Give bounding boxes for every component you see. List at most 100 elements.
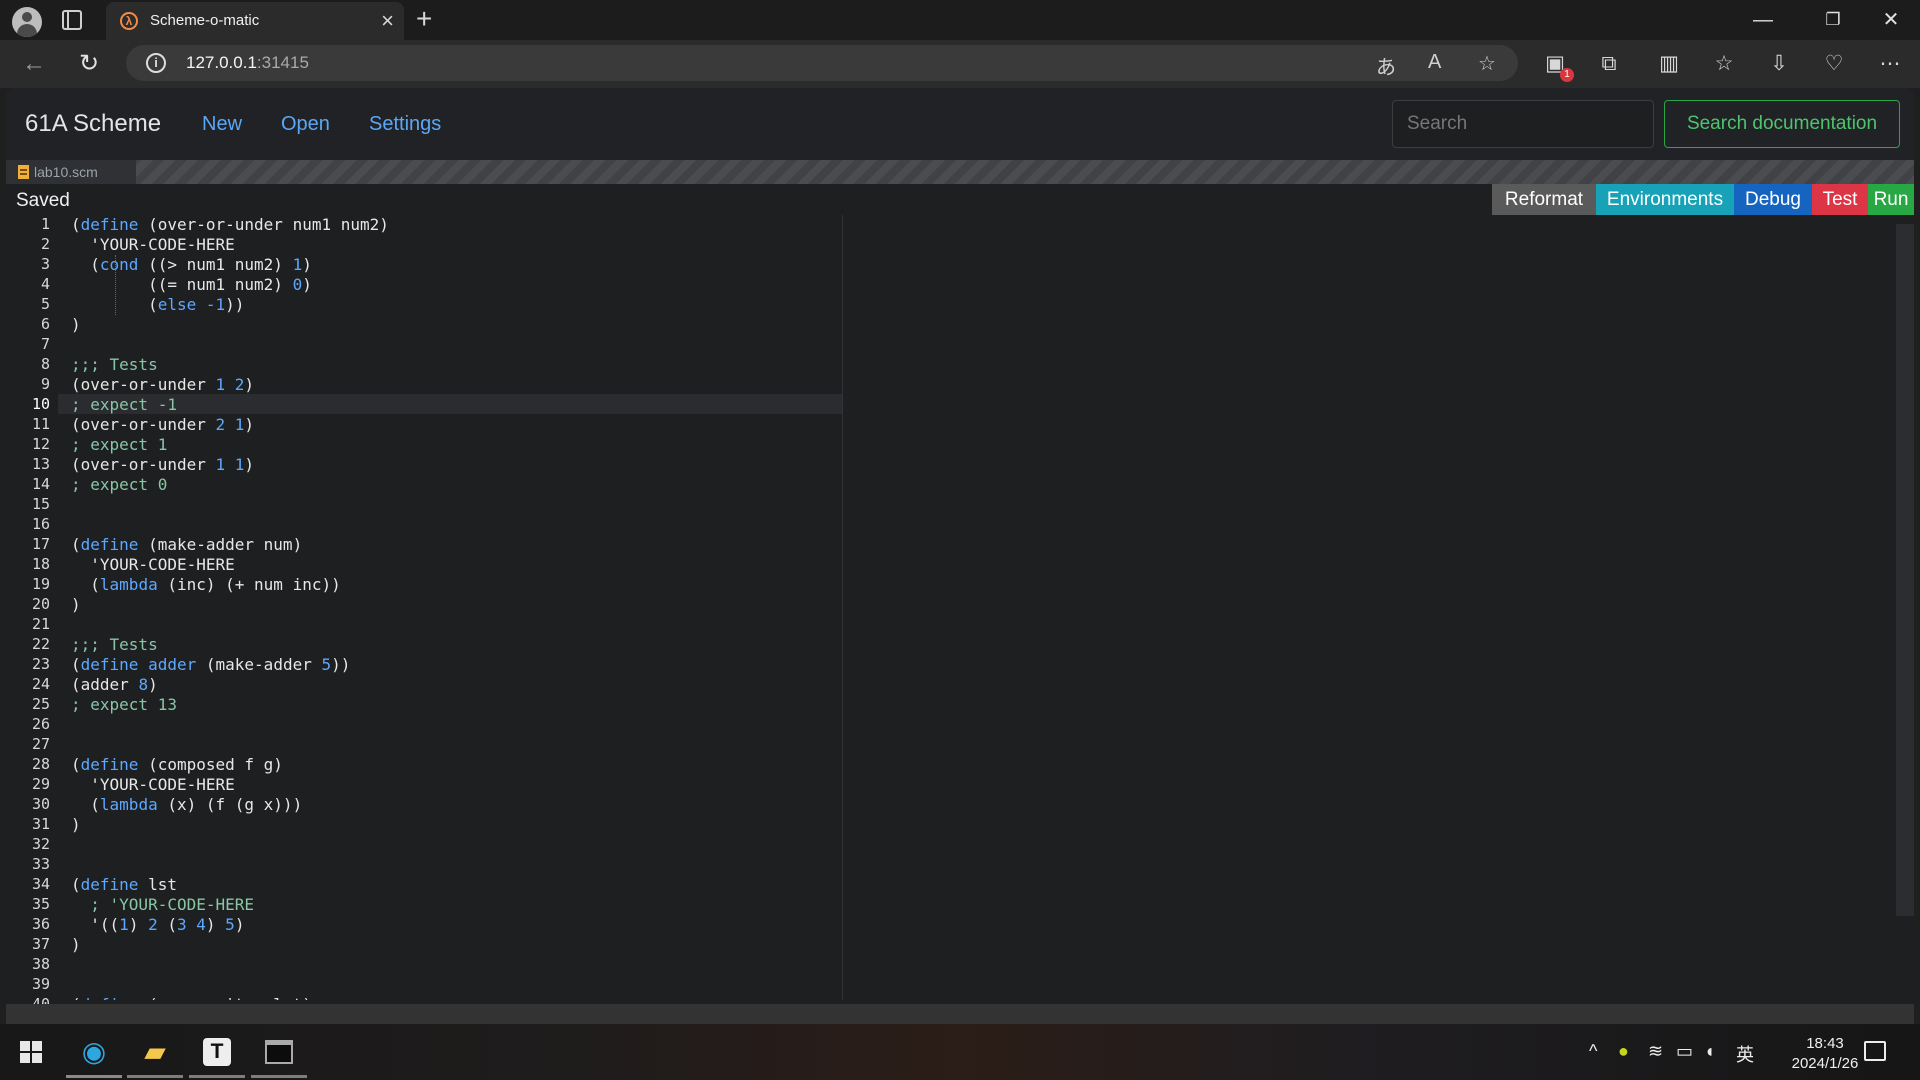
code-line[interactable]: (define (make-adder num): [71, 535, 302, 555]
downloads-icon[interactable]: ⇩: [1764, 49, 1794, 79]
code-line[interactable]: (lambda (inc) (+ num inc)): [71, 575, 340, 595]
code-line[interactable]: ((= num1 num2) 0): [71, 275, 312, 295]
code-line[interactable]: (lambda (x) (f (g x))): [71, 795, 302, 815]
code-line[interactable]: ;;; Tests: [71, 635, 158, 655]
line-number: 10: [31, 395, 50, 413]
read-aloud-icon[interactable]: A: [1428, 51, 1441, 74]
code-line[interactable]: (cond ((> num1 num2) 1): [71, 255, 312, 275]
address-url[interactable]: 127.0.0.1:31415: [186, 53, 309, 73]
debug-button[interactable]: Debug: [1734, 184, 1812, 215]
back-arrow-icon[interactable]: ←: [18, 48, 50, 80]
line-number: 28: [31, 755, 50, 773]
favorites-icon[interactable]: ☆: [1709, 49, 1739, 79]
editor-output-divider: [842, 215, 843, 1000]
code-line[interactable]: ): [71, 815, 81, 835]
vertical-scrollbar[interactable]: [1896, 224, 1914, 916]
code-line[interactable]: 'YOUR-CODE-HERE: [71, 555, 235, 575]
site-info-icon[interactable]: i: [146, 53, 166, 73]
code-line[interactable]: (define lst: [71, 875, 177, 895]
extensions-icon[interactable]: ⧉: [1594, 49, 1624, 79]
code-line[interactable]: (define (composed f g): [71, 755, 283, 775]
file-explorer-taskbar-icon[interactable]: ▰: [127, 1032, 183, 1072]
clock-time: 18:43: [1806, 1035, 1844, 1052]
address-bar[interactable]: i 127.0.0.1:31415 あ A ☆: [126, 45, 1518, 81]
close-tab-icon[interactable]: ×: [381, 8, 394, 34]
settings-link[interactable]: Settings: [369, 113, 441, 136]
windows-start-icon[interactable]: [20, 1041, 42, 1063]
code-line[interactable]: ): [71, 595, 81, 615]
browser-toolbar: ← ↻ i 127.0.0.1:31415 あ A ☆ ▣ ⧉ ▥ ☆ ⇩ ♡ …: [0, 40, 1920, 88]
line-number: 19: [31, 575, 50, 593]
code-line[interactable]: (over-or-under 1 2): [71, 375, 254, 395]
test-button[interactable]: Test: [1812, 184, 1868, 215]
code-line[interactable]: (else -1)): [71, 295, 244, 315]
code-editor[interactable]: (define (over-or-under num1 num2) 'YOUR-…: [58, 215, 842, 1000]
battery-icon[interactable]: ▭: [1676, 1041, 1693, 1062]
reformat-button[interactable]: Reformat: [1492, 184, 1596, 215]
translate-icon[interactable]: あ: [1376, 51, 1396, 80]
line-number: 17: [31, 535, 50, 553]
status-tray-icon[interactable]: ●: [1618, 1041, 1629, 1062]
restore-window-button[interactable]: ❐: [1810, 4, 1856, 36]
code-line[interactable]: (adder 8): [71, 675, 158, 695]
code-line[interactable]: ; expect 0: [71, 475, 167, 495]
text-editor-taskbar-icon[interactable]: T: [189, 1032, 245, 1072]
profile-avatar[interactable]: [12, 7, 42, 37]
code-line[interactable]: (define (remove-item lst): [71, 995, 312, 1000]
close-window-button[interactable]: ✕: [1868, 4, 1914, 36]
code-line[interactable]: ): [71, 315, 81, 335]
line-number: 31: [31, 815, 50, 833]
code-line[interactable]: (over-or-under 2 1): [71, 415, 254, 435]
add-favorite-icon[interactable]: ☆: [1478, 51, 1496, 76]
line-number: 12: [31, 435, 50, 453]
new-file-link[interactable]: New: [202, 113, 242, 136]
extension-badge: 1: [1560, 68, 1574, 82]
editor-panel: Saved Reformat Environments Debug Test R…: [6, 184, 1914, 1013]
edge-taskbar-icon[interactable]: ◉: [66, 1032, 122, 1072]
code-line[interactable]: (define (over-or-under num1 num2): [71, 215, 389, 235]
line-number: 8: [40, 355, 50, 373]
line-number: 33: [31, 855, 50, 873]
code-line[interactable]: ; 'YOUR-CODE-HERE: [71, 895, 254, 915]
search-documentation-button[interactable]: Search documentation: [1664, 100, 1900, 148]
code-line[interactable]: ; expect -1: [71, 395, 177, 415]
file-tab-lab10[interactable]: lab10.scm: [6, 160, 136, 184]
code-line[interactable]: (define adder (make-adder 5)): [71, 655, 350, 675]
code-line[interactable]: ;;; Tests: [71, 355, 158, 375]
code-line[interactable]: ): [71, 935, 81, 955]
code-line[interactable]: (over-or-under 1 1): [71, 455, 254, 475]
documentation-search-input[interactable]: [1392, 100, 1654, 148]
environments-button[interactable]: Environments: [1596, 184, 1734, 215]
code-line[interactable]: 'YOUR-CODE-HERE: [71, 235, 235, 255]
run-button[interactable]: Run: [1868, 184, 1914, 215]
line-number: 7: [40, 335, 50, 353]
open-file-link[interactable]: Open: [281, 113, 330, 136]
more-menu-icon[interactable]: ⋯: [1875, 49, 1905, 79]
input-method-icon[interactable]: 英: [1736, 1041, 1754, 1067]
terminal-taskbar-icon[interactable]: [251, 1032, 307, 1072]
code-line[interactable]: ; expect 1: [71, 435, 167, 455]
volume-icon[interactable]: ◖: [1704, 1041, 1715, 1062]
refresh-icon[interactable]: ↻: [73, 48, 105, 80]
notification-center-icon[interactable]: [1864, 1041, 1886, 1061]
network-icon[interactable]: ≋: [1648, 1041, 1663, 1062]
tab-actions-icon[interactable]: [62, 10, 82, 30]
browser-health-icon[interactable]: ♡: [1819, 49, 1849, 79]
code-line[interactable]: '((1) 2 (3 4) 5): [71, 915, 244, 935]
horizontal-scrollbar[interactable]: [6, 1004, 1914, 1024]
split-screen-icon[interactable]: ▥: [1654, 49, 1684, 79]
clock-date: 2024/1/26: [1791, 1055, 1859, 1072]
show-hidden-icons[interactable]: ^: [1589, 1041, 1597, 1062]
url-port: :31415: [256, 53, 309, 72]
minimize-window-button[interactable]: —: [1740, 4, 1786, 36]
brand-title: 61A Scheme: [25, 110, 162, 137]
line-number: 2: [40, 235, 50, 253]
line-number: 27: [31, 735, 50, 753]
clock[interactable]: 18:43 2024/1/26: [1782, 1034, 1868, 1074]
terminal-icon: [265, 1040, 293, 1064]
browser-tab-scheme-o-matic[interactable]: λ Scheme-o-matic ×: [106, 2, 404, 40]
code-line[interactable]: ; expect 13: [71, 695, 177, 715]
code-line[interactable]: 'YOUR-CODE-HERE: [71, 775, 235, 795]
file-explorer-indicator: [127, 1075, 183, 1078]
new-tab-button[interactable]: +: [416, 3, 432, 35]
